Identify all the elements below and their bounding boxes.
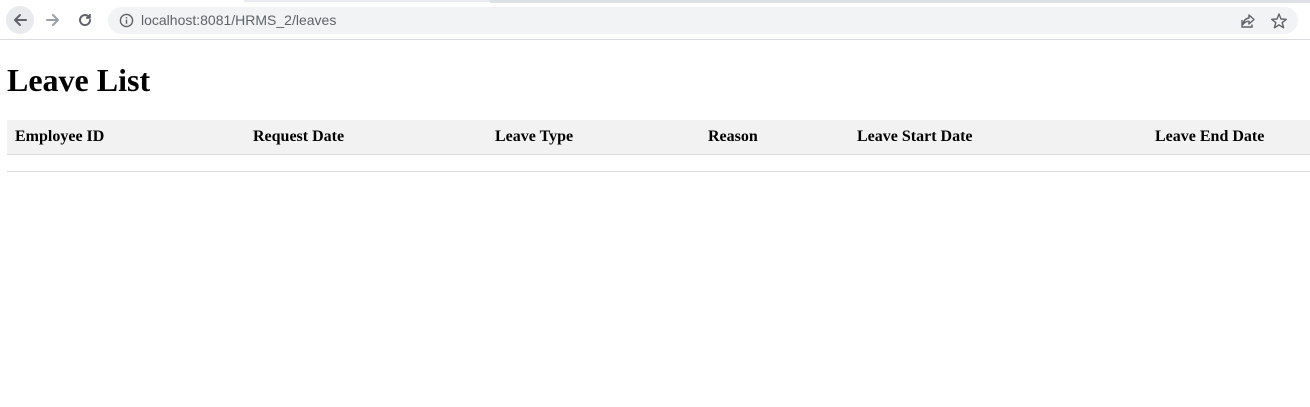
star-icon[interactable] (1270, 12, 1288, 30)
column-header-leave-end-date: Leave End Date (1147, 120, 1310, 155)
info-icon[interactable] (119, 13, 134, 28)
column-header-leave-type: Leave Type (487, 120, 700, 155)
table-header-row: Employee ID Request Date Leave Type Reas… (7, 120, 1310, 155)
reload-icon (79, 14, 92, 27)
empty-table-row (7, 154, 1310, 172)
column-header-employee-id: Employee ID (7, 120, 245, 155)
address-bar[interactable]: localhost:8081/HRMS_2/leaves (108, 7, 1298, 34)
url-text[interactable]: localhost:8081/HRMS_2/leaves (141, 12, 336, 28)
column-header-leave-start-date: Leave Start Date (849, 120, 1147, 155)
reload-button[interactable] (71, 6, 99, 34)
share-icon[interactable] (1239, 12, 1257, 30)
leave-table: Employee ID Request Date Leave Type Reas… (7, 120, 1310, 172)
tab-strip-edge (244, 0, 490, 2)
forward-button[interactable] (39, 6, 67, 34)
arrow-back-icon (14, 14, 27, 26)
column-header-reason: Reason (700, 120, 849, 155)
empty-table-cell (7, 154, 1310, 172)
arrow-forward-icon (46, 14, 59, 26)
tab-strip-edge-right (490, 0, 1310, 3)
back-button[interactable] (6, 6, 34, 34)
page-title: Leave List (7, 62, 151, 98)
browser-toolbar: localhost:8081/HRMS_2/leaves (0, 0, 1310, 40)
column-header-request-date: Request Date (245, 120, 487, 155)
